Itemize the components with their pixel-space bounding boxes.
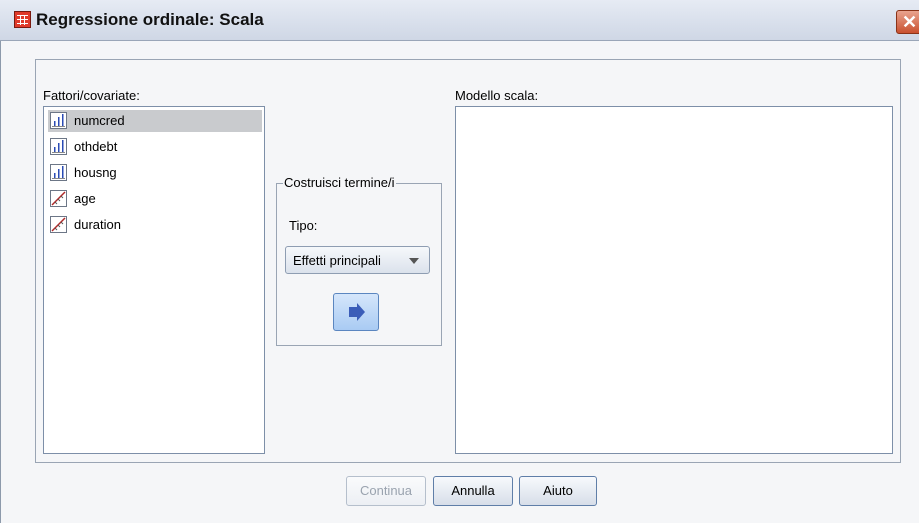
- list-item-label: numcred: [74, 113, 125, 128]
- list-item-othdebt[interactable]: othdebt: [48, 136, 262, 158]
- type-label: Tipo:: [289, 218, 318, 233]
- list-item-age[interactable]: age: [48, 188, 262, 210]
- ordinal-bars-icon: [50, 164, 67, 181]
- list-item-duration[interactable]: duration: [48, 214, 262, 236]
- list-item-label: duration: [74, 217, 121, 232]
- list-item-label: age: [74, 191, 96, 206]
- window-title: Regressione ordinale: Scala: [36, 10, 264, 29]
- cancel-button[interactable]: Annulla: [433, 476, 513, 506]
- type-dropdown[interactable]: Effetti principali: [285, 246, 430, 274]
- scale-ruler-icon: [50, 216, 67, 233]
- build-terms-legend: Costruisci termine/i: [283, 175, 396, 190]
- scale-ruler-icon: [50, 190, 67, 207]
- close-button[interactable]: ✕: [896, 10, 919, 34]
- continue-button[interactable]: Continua: [346, 476, 426, 506]
- factors-label: Fattori/covariate:: [43, 88, 140, 103]
- spss-dialog-icon: [14, 11, 31, 28]
- list-item-numcred[interactable]: numcred: [48, 110, 262, 132]
- arrow-right-icon: [349, 303, 365, 321]
- move-to-model-button[interactable]: [333, 293, 379, 331]
- list-item-label: housng: [74, 165, 117, 180]
- model-listbox[interactable]: [455, 106, 893, 454]
- model-label: Modello scala:: [455, 88, 539, 103]
- list-item-label: othdebt: [74, 139, 118, 154]
- close-icon: ✕: [902, 12, 918, 32]
- ordinal-bars-icon: [50, 138, 67, 155]
- ordinal-bars-icon: [50, 112, 67, 129]
- title-bar: Regressione ordinale: Scala ✕: [0, 0, 919, 41]
- factors-listbox[interactable]: numcred othdebt housng age duration: [43, 106, 265, 454]
- help-button[interactable]: Aiuto: [519, 476, 597, 506]
- type-dropdown-value: Effetti principali: [293, 253, 381, 268]
- chevron-down-icon: [409, 258, 419, 264]
- list-item-housng[interactable]: housng: [48, 162, 262, 184]
